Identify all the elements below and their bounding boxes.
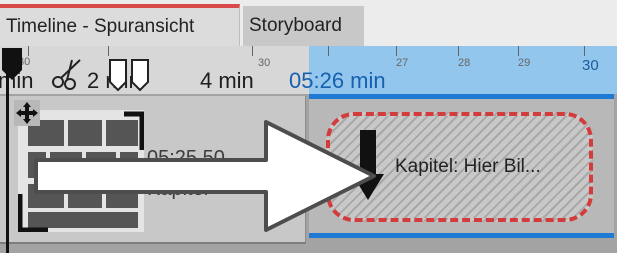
playhead-time: 05:26 min <box>289 68 386 93</box>
ruler-tick <box>396 46 397 56</box>
chapter-marker-label: Kapitel: Hier Bil... <box>395 156 541 177</box>
drag-arrow-icon <box>34 120 376 232</box>
ruler-tick-label: 27 <box>396 57 409 69</box>
ruler-tick <box>458 46 459 56</box>
tab-timeline[interactable]: Timeline - Spuransicht <box>0 4 240 46</box>
ruler-tick-label: 30 <box>582 57 599 74</box>
ruler-tick <box>28 46 29 56</box>
tab-storyboard[interactable]: Storyboard <box>243 6 364 46</box>
playhead-line[interactable] <box>6 60 9 253</box>
ruler-tick-label: 29 <box>518 57 531 69</box>
ruler-tick <box>108 46 109 56</box>
marker-left-icon[interactable] <box>108 58 130 92</box>
ruler-label: 4 min <box>200 68 254 93</box>
ruler-tick <box>328 46 329 56</box>
marker-right-icon[interactable] <box>130 58 152 92</box>
ruler-tick <box>252 46 253 56</box>
ruler-tick <box>584 46 585 56</box>
ruler-tick <box>518 46 519 56</box>
scissors-icon[interactable] <box>50 56 84 90</box>
ruler-tick-label: 30 <box>258 57 271 69</box>
playhead-marker-icon[interactable] <box>0 48 26 82</box>
ruler-tick-label: 28 <box>458 57 471 69</box>
